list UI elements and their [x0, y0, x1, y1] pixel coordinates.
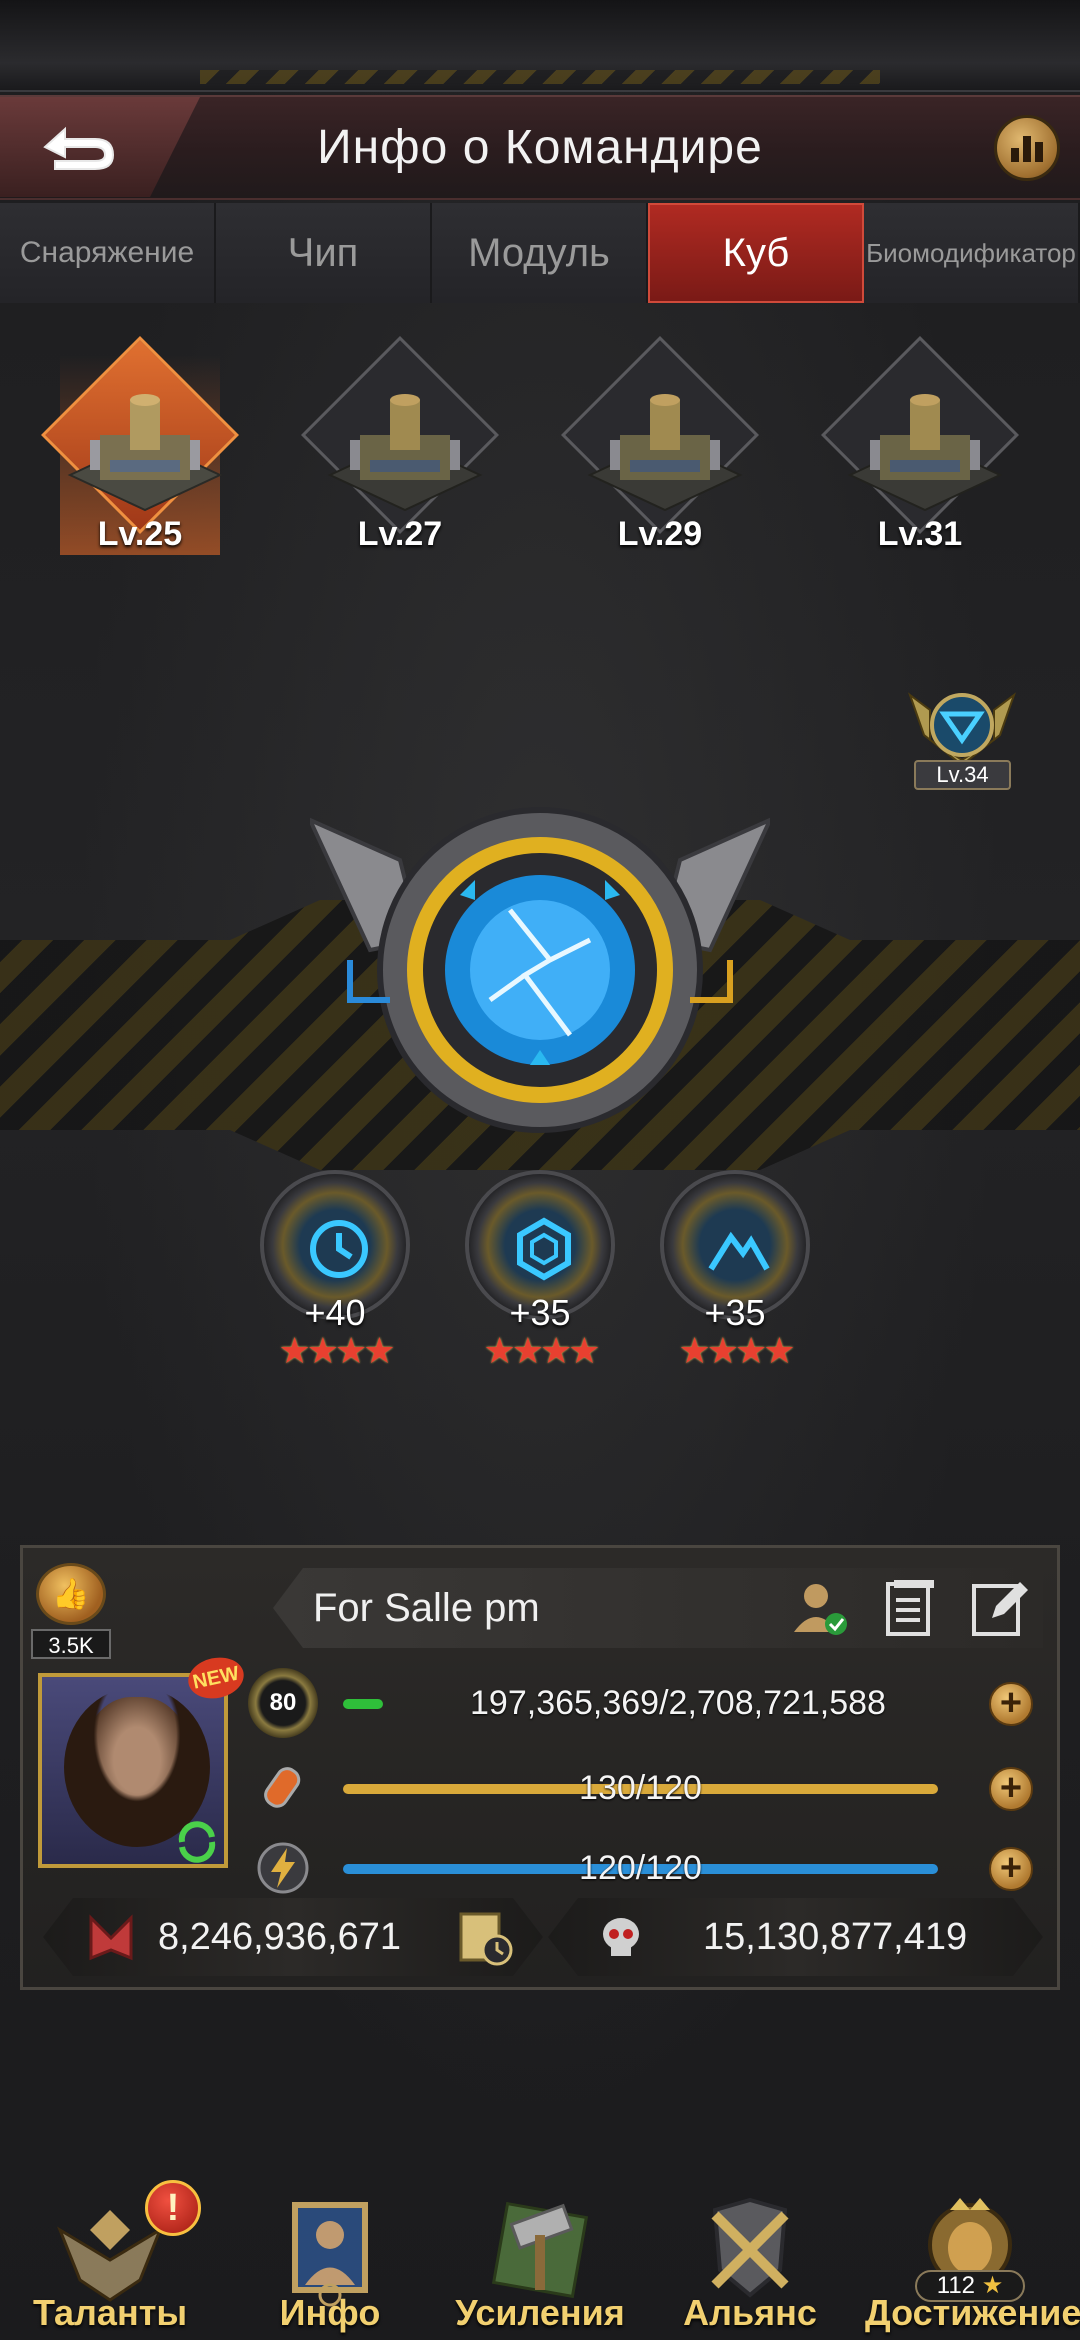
exp-bar-fill [343, 1699, 383, 1709]
factory-icon [587, 394, 743, 512]
perk-stars: ★★★★ [483, 1330, 600, 1371]
nav-info[interactable]: Инфо [225, 2180, 435, 2340]
bar-chart-icon [1035, 142, 1043, 162]
alert-badge: ! [145, 2180, 201, 2236]
add-exp-button[interactable]: + [989, 1682, 1033, 1726]
power-icon [83, 1910, 139, 1966]
add-energy-button[interactable]: + [989, 1847, 1033, 1891]
nav-achievements[interactable]: 112 ★ Достижение [865, 2180, 1080, 2340]
stamina-text: 130/120 [579, 1769, 702, 1807]
triangle-emblem-icon [907, 692, 1017, 767]
nav-label: Инфо [279, 2292, 381, 2333]
perk-value: +40 [304, 1292, 366, 1333]
tab-biomodifier[interactable]: Биомодификатор [864, 203, 1080, 303]
thumbs-up-icon: 👍 [36, 1563, 106, 1625]
kills-value: 15,130,877,419 [703, 1916, 968, 1958]
tab-equipment[interactable]: Снаряжение [0, 203, 216, 303]
refresh-icon [178, 1821, 216, 1863]
nav-label: Альянс [683, 2292, 817, 2333]
back-arrow-icon [43, 126, 115, 170]
cube-upgrade-badge[interactable]: Lv.34 [900, 680, 1025, 790]
building-level: Lv.25 [97, 515, 183, 553]
ranking-button[interactable] [994, 115, 1060, 181]
bar-chart-icon [1011, 148, 1019, 162]
commander-panel: 👍 3.5K For Salle pm NEW 80 197,365,369/2… [20, 1545, 1060, 1990]
level-badge: 80 [248, 1668, 318, 1738]
stamina-potion-icon [264, 1767, 301, 1808]
perk-stars: ★★★★ [278, 1330, 395, 1371]
mountain-icon [708, 1231, 770, 1271]
header-bar: Инфо о Командире [0, 95, 1080, 200]
lightning-icon [257, 1842, 309, 1894]
perk-slot[interactable]: +35 ★★★★ [650, 1170, 820, 1380]
add-stamina-button[interactable]: + [989, 1767, 1033, 1811]
nav-label: Достижение [865, 2292, 1080, 2333]
building-level: Lv.31 [877, 515, 963, 553]
hexagon-icon [517, 1217, 571, 1281]
cube-building-row: Lv.25 Lv.27 Lv.29 Lv.31 [0, 336, 1080, 595]
hazard-stripe [200, 70, 880, 84]
power-box: 8,246,936,671 [43, 1898, 543, 1976]
badge-level: Lv.34 [914, 760, 1011, 790]
exp-text: 197,365,369/2,708,721,588 [470, 1684, 886, 1722]
tab-module[interactable]: Модуль [432, 203, 648, 303]
nav-label: Усиления [455, 2292, 625, 2333]
energy-text: 120/120 [579, 1849, 702, 1887]
tab-cube[interactable]: Куб [648, 203, 864, 303]
page-title: Инфо о Командире [317, 120, 763, 174]
energy-core-icon[interactable] [310, 800, 770, 1160]
nav-boosts[interactable]: Усиления [435, 2180, 645, 2340]
building-level: Lv.27 [357, 515, 443, 553]
perk-slot[interactable]: +40 ★★★★ [250, 1170, 420, 1380]
bottom-nav: ! Таланты Инфо Усиления Альянс 112 ★ Дос… [0, 2180, 1080, 2340]
skull-icon [593, 1910, 649, 1966]
perk-stars: ★★★★ [678, 1330, 795, 1371]
top-frame [0, 0, 1080, 92]
document-icon[interactable] [878, 1576, 942, 1640]
energy-row: 120/120 + [248, 1833, 1043, 1903]
perk-value: +35 [704, 1292, 766, 1333]
kills-box: 15,130,877,419 [548, 1898, 1043, 1976]
nav-talents[interactable]: ! Таланты [5, 2180, 215, 2340]
stamina-row: 130/120 + [248, 1753, 1043, 1823]
exp-bar [343, 1699, 383, 1709]
factory-icon [67, 394, 223, 512]
bar-chart-icon [1023, 136, 1031, 162]
perk-value: +35 [509, 1292, 571, 1333]
exp-row: 80 197,365,369/2,708,721,588 + [248, 1668, 1043, 1738]
perk-slot[interactable]: +35 ★★★★ [455, 1170, 625, 1380]
building-level: Lv.29 [617, 515, 703, 553]
likes-widget[interactable]: 👍 3.5K [31, 1563, 111, 1673]
tab-chip[interactable]: Чип [216, 203, 432, 303]
building-slot[interactable]: Lv.25 [40, 336, 240, 585]
building-slot[interactable]: Lv.31 [820, 336, 1020, 585]
building-slot[interactable]: Lv.27 [300, 336, 500, 585]
edit-icon[interactable] [968, 1576, 1032, 1640]
profile-status-icon[interactable] [788, 1576, 852, 1640]
back-button[interactable] [0, 97, 200, 197]
nav-alliance[interactable]: Альянс [645, 2180, 855, 2340]
power-history-icon[interactable] [453, 1906, 517, 1970]
building-slot[interactable]: Lv.29 [560, 336, 760, 585]
tab-bar: Снаряжение Чип Модуль Куб Биомодификатор [0, 203, 1080, 303]
factory-icon [847, 394, 1003, 512]
commander-name: For Salle pm [313, 1586, 540, 1630]
clock-gear-icon [310, 1220, 368, 1278]
likes-count: 3.5K [31, 1629, 111, 1659]
nav-label: Таланты [32, 2292, 188, 2333]
avatar[interactable] [38, 1673, 228, 1868]
factory-icon [327, 394, 483, 512]
power-value: 8,246,936,671 [158, 1916, 402, 1958]
